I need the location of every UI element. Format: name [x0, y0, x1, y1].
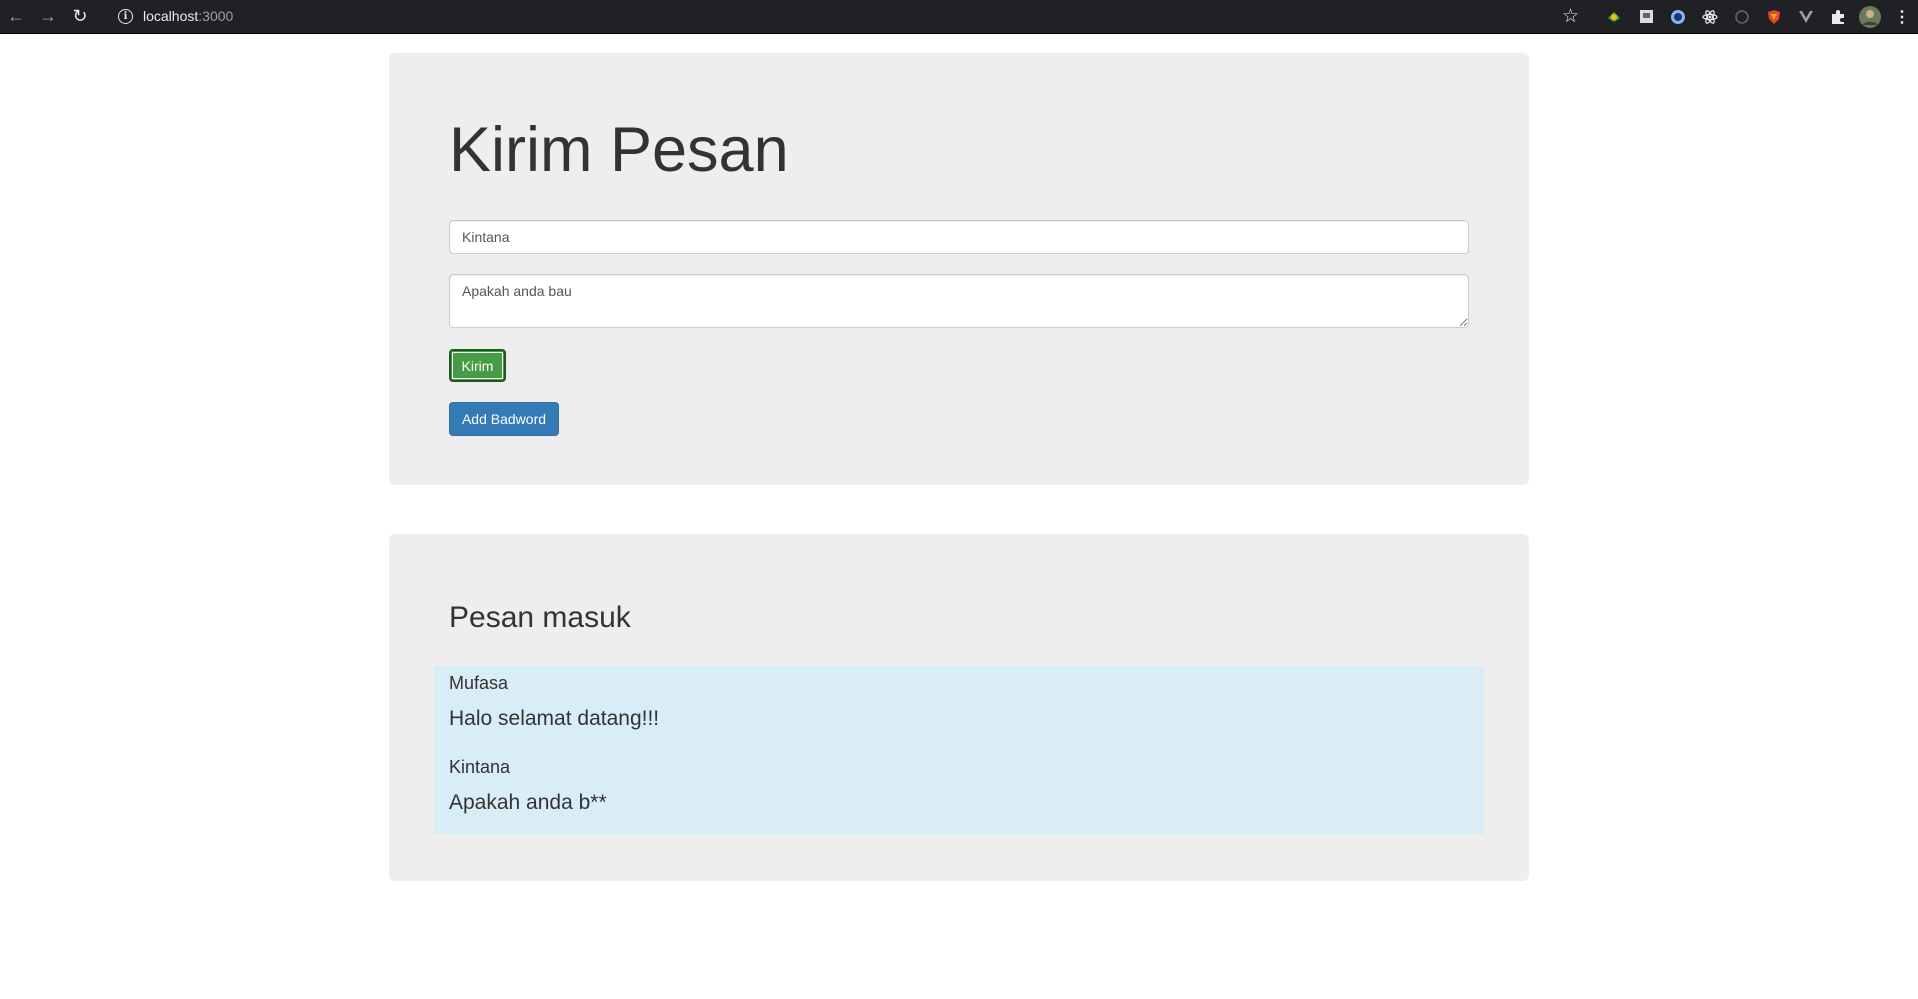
page-extension-icon [1639, 10, 1653, 23]
message-text: Halo selamat datang!!! [449, 707, 660, 730]
bookmark-star-icon[interactable]: ☆ [1562, 5, 1579, 28]
shield-extension-icon [1768, 9, 1780, 24]
extension-button[interactable] [1694, 0, 1726, 33]
redux-devtools-icon [1735, 9, 1749, 24]
message-sender: Mufasa [449, 673, 509, 693]
profile-button[interactable] [1854, 0, 1886, 33]
back-button[interactable]: ← [0, 0, 32, 33]
kebab-menu-icon: ⋮ [1894, 8, 1910, 26]
extension-button[interactable] [1598, 0, 1630, 33]
extension-button[interactable] [1630, 0, 1662, 33]
address-bar[interactable]: i localhost:3000 ☆ [107, 2, 1585, 30]
eye-dropper-extension-icon [1608, 11, 1620, 22]
vue-devtools-icon [1799, 10, 1813, 23]
browser-menu-button[interactable]: ⋮ [1886, 0, 1918, 33]
forward-button[interactable]: → [32, 0, 64, 33]
extensions-bar: ⋮ [1598, 0, 1918, 33]
message-list: Mufasa Halo selamat datang!!! Kintana Ap… [434, 666, 1484, 834]
extension-button[interactable] [1726, 0, 1758, 33]
extension-button[interactable] [1758, 0, 1790, 33]
puzzle-piece-icon [1832, 9, 1844, 24]
avatar [1859, 5, 1881, 28]
arrow-right-icon: → [39, 6, 57, 26]
reload-button[interactable]: ↻ [64, 0, 96, 33]
name-input[interactable] [449, 220, 1469, 254]
browser-toolbar: ← → ↻ i localhost:3000 ☆ ⋮ [0, 0, 1918, 34]
send-button[interactable]: Kirim [449, 349, 506, 382]
extensions-menu-button[interactable] [1822, 0, 1854, 33]
arrow-left-icon: ← [7, 6, 25, 26]
inbox-title: Pesan masuk [449, 601, 631, 634]
url-port: :3000 [198, 8, 234, 24]
page-title: Kirim Pesan [449, 115, 789, 185]
add-badword-button[interactable]: Add Badword [449, 402, 559, 436]
url-host: localhost [143, 8, 199, 24]
react-devtools-icon [1702, 9, 1718, 24]
site-info-icon[interactable]: i [118, 8, 133, 24]
compose-panel: Kirim Pesan Apakah anda bau Kirim Add Ba… [389, 53, 1529, 485]
reload-icon: ↻ [72, 6, 88, 26]
message-text: Apakah anda b** [449, 791, 607, 814]
extension-button[interactable] [1790, 0, 1822, 33]
circle-extension-icon [1671, 9, 1685, 24]
message-textarea[interactable]: Apakah anda bau [449, 274, 1469, 328]
inbox-panel: Pesan masuk Mufasa Halo selamat datang!!… [389, 534, 1529, 881]
extension-button[interactable] [1662, 0, 1694, 33]
message-sender: Kintana [449, 757, 511, 777]
